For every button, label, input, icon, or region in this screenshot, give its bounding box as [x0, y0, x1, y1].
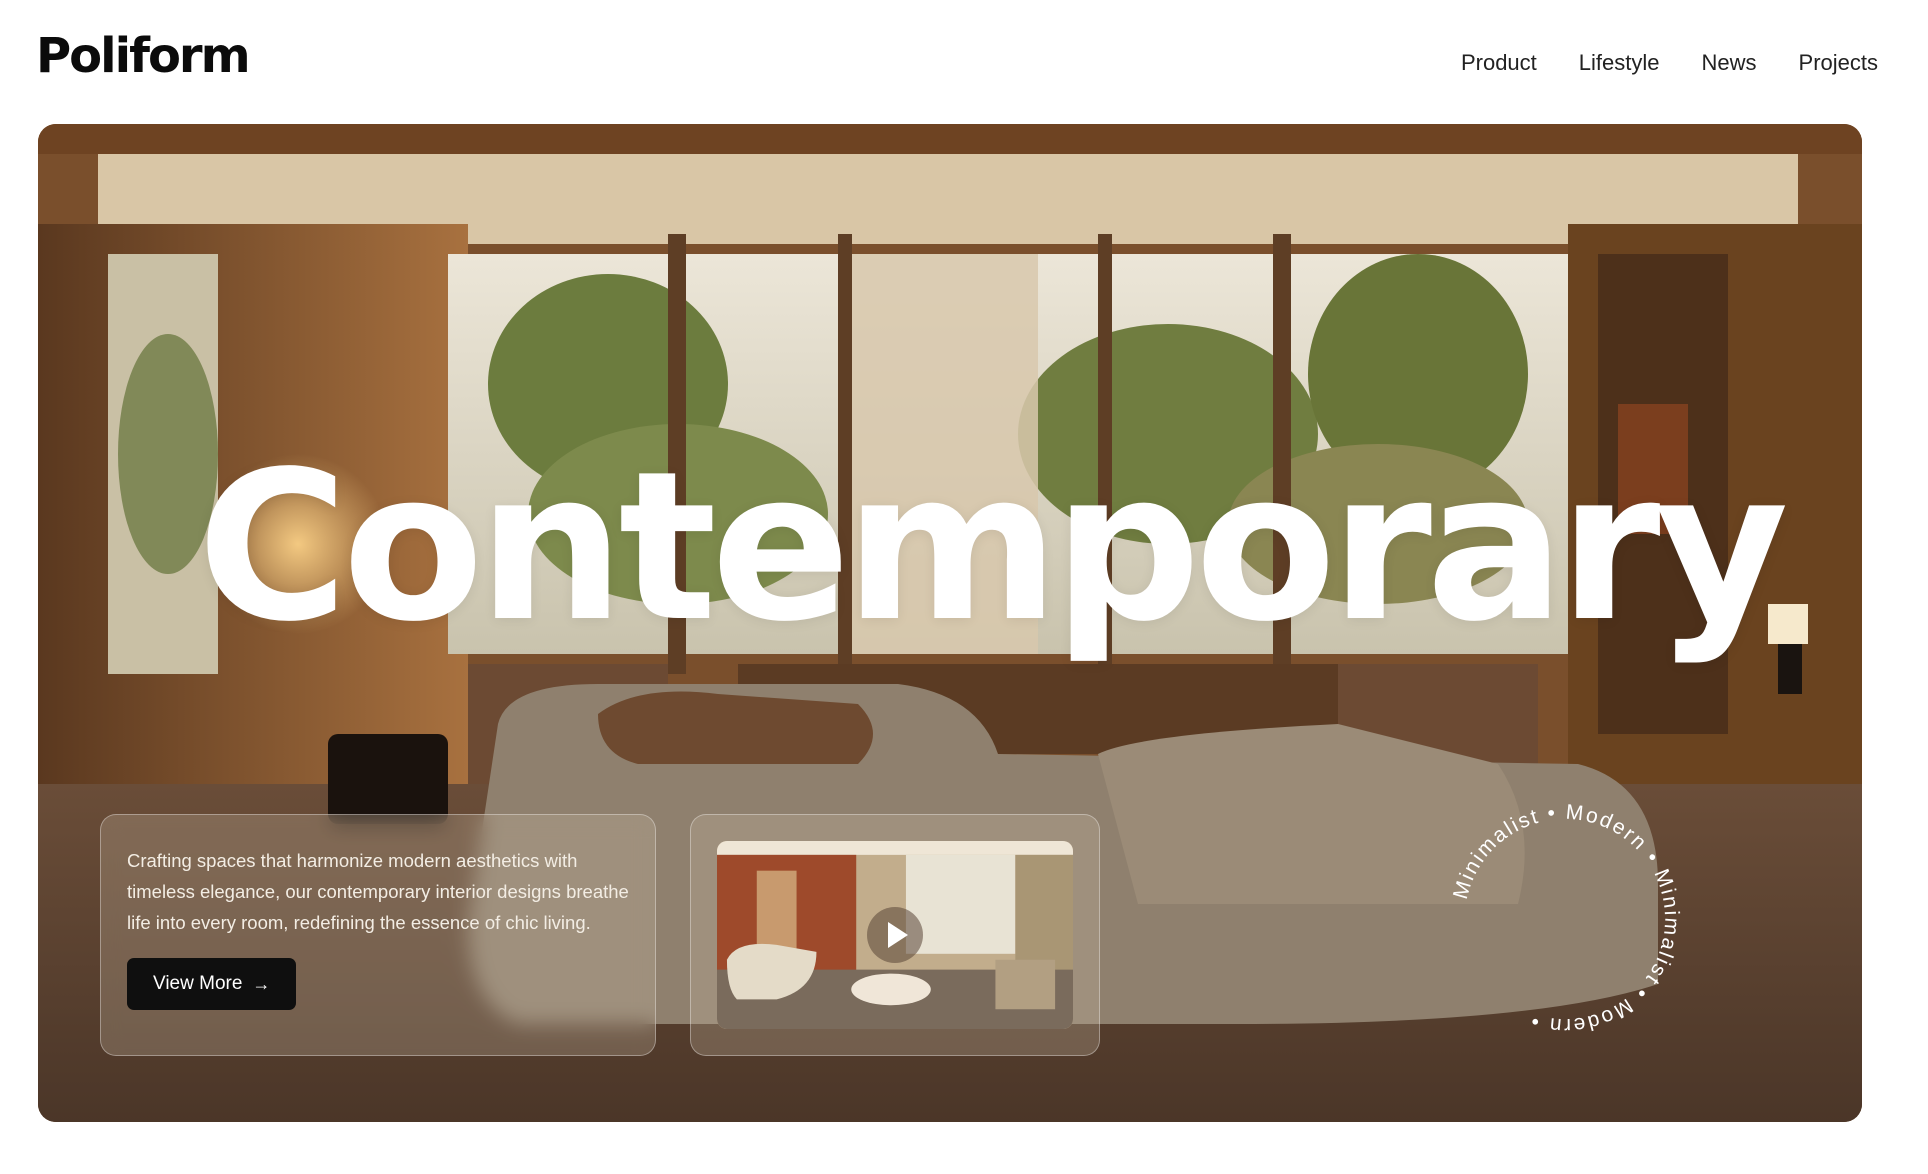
nav-item-news[interactable]: News [1702, 50, 1757, 76]
arrow-right-icon: → [252, 973, 271, 994]
video-thumbnail[interactable] [717, 841, 1073, 1029]
hero-banner: Contemporary Crafting spaces that harmon… [38, 124, 1862, 1122]
nav-item-lifestyle[interactable]: Lifestyle [1579, 50, 1660, 76]
play-icon[interactable] [867, 907, 923, 963]
hero-headline: Contemporary [197, 427, 1789, 667]
view-more-button[interactable]: View More → [127, 958, 297, 1010]
nav-item-product[interactable]: Product [1461, 50, 1537, 76]
hero-description: Crafting spaces that harmonize modern ae… [127, 850, 629, 933]
nav-item-projects[interactable]: Projects [1799, 50, 1878, 76]
badge-text: Minimalist • Modern • Minimalist • Moder… [1449, 801, 1683, 1038]
logo[interactable]: Poliform [36, 28, 251, 84]
view-more-label: View More [153, 973, 243, 994]
video-card [690, 814, 1100, 1056]
info-card: Crafting spaces that harmonize modern ae… [100, 814, 656, 1056]
rotating-badge: Minimalist • Modern • Minimalist • Moder… [1449, 801, 1683, 1038]
main-nav: Product Lifestyle News Projects [1461, 50, 1878, 76]
